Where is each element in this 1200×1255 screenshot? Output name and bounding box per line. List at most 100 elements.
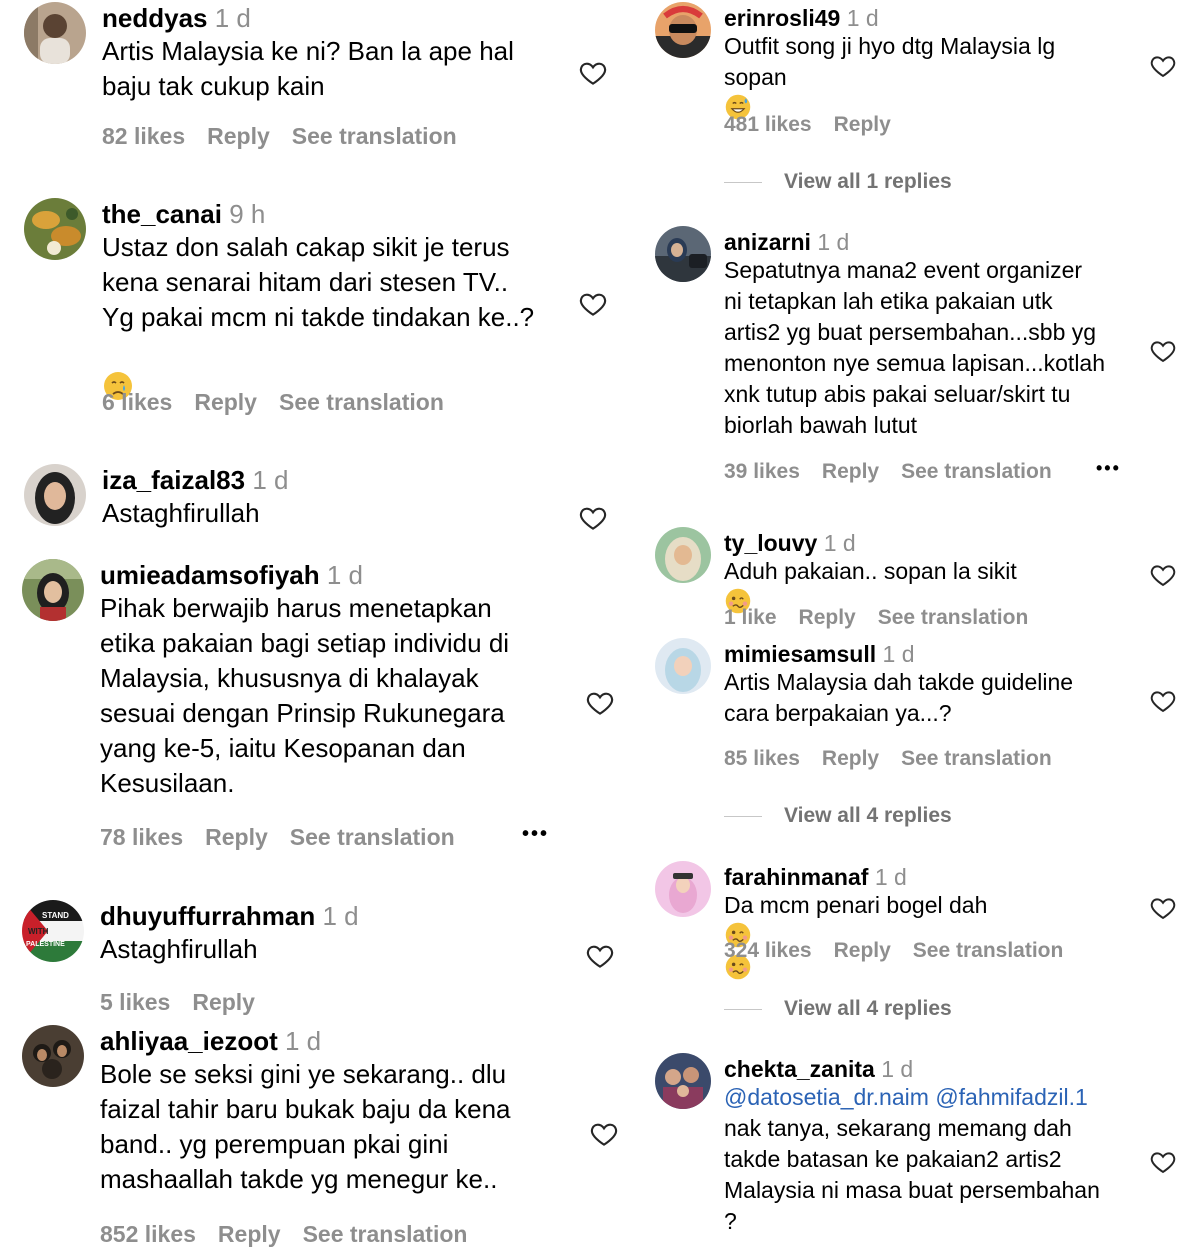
- see-translation-button[interactable]: See translation: [290, 824, 455, 850]
- timestamp: 1 d: [284, 1026, 322, 1056]
- mention-link[interactable]: @datosetia_dr.naim: [724, 1084, 929, 1110]
- likes-count[interactable]: 85 likes: [724, 747, 800, 770]
- username[interactable]: ahliyaa_iezoot: [100, 1026, 278, 1056]
- reply-button[interactable]: Reply: [194, 389, 257, 415]
- comment-umieadamsofiyah: umieadamsofiyah 1 d Pihak berwajib harus…: [0, 557, 620, 867]
- heart-icon[interactable]: [578, 289, 608, 319]
- comment-neddyas: neddyas 1 d Artis Malaysia ke ni? Ban la…: [0, 0, 620, 160]
- reply-button[interactable]: Reply: [207, 123, 270, 149]
- heart-icon[interactable]: [1149, 561, 1177, 589]
- timestamp: 1 d: [326, 560, 364, 590]
- heart-icon[interactable]: [589, 1119, 619, 1149]
- username[interactable]: neddyas: [102, 3, 208, 33]
- comment-text: Pihak berwajib harus menetapkan etika pak…: [100, 592, 510, 798]
- reply-button[interactable]: Reply: [218, 1221, 281, 1247]
- avatar[interactable]: [655, 527, 711, 583]
- timestamp: 1 d: [252, 465, 289, 495]
- username[interactable]: anizarni: [724, 229, 811, 255]
- avatar[interactable]: [655, 226, 711, 282]
- username[interactable]: farahinmanaf: [724, 864, 868, 890]
- avatar[interactable]: [655, 2, 711, 58]
- heart-icon[interactable]: [578, 58, 608, 88]
- comment-text: Bole se seksi gini ye sekarang.. dlu faiz…: [100, 1058, 511, 1194]
- reply-button[interactable]: Reply: [799, 606, 856, 629]
- comment-farahinmanaf: farahinmanaf 1 d Da mcm penari bogel dah…: [640, 859, 1200, 1039]
- reply-button[interactable]: Reply: [834, 113, 891, 136]
- comment-ahliyaa-iezoot: ahliyaa_iezoot 1 d Bole se seksi gini ye…: [0, 1023, 620, 1255]
- likes-count[interactable]: 39 likes: [724, 460, 800, 483]
- see-translation-button[interactable]: See translation: [292, 123, 457, 149]
- username[interactable]: chekta_zanita: [724, 1056, 875, 1082]
- heart-icon[interactable]: [1149, 687, 1177, 715]
- avatar[interactable]: [24, 464, 86, 526]
- comment-anizarni: anizarni 1 d Sepatutnya mana2 event orga…: [640, 224, 1200, 494]
- view-replies-button[interactable]: View all 4 replies: [724, 997, 952, 1021]
- heart-icon[interactable]: [1149, 337, 1177, 365]
- reply-button[interactable]: Reply: [822, 747, 879, 770]
- see-translation-button[interactable]: See translation: [901, 460, 1052, 483]
- avatar[interactable]: [655, 861, 711, 917]
- see-translation-button[interactable]: See translation: [279, 389, 444, 415]
- avatar[interactable]: [24, 198, 86, 260]
- username[interactable]: mimiesamsull: [724, 641, 876, 667]
- comment-ty-louvy: ty_louvy 1 d Aduh pakaian.. sopan la sik…: [640, 525, 1200, 633]
- more-options-icon[interactable]: •••: [522, 823, 549, 846]
- view-replies-button[interactable]: View all 1 replies: [724, 170, 952, 194]
- avatar[interactable]: [655, 1053, 711, 1109]
- reply-button[interactable]: Reply: [822, 460, 879, 483]
- comment-text: @datosetia_dr.naim @fahmifadzil.1 nak tan…: [724, 1084, 1100, 1235]
- reply-button[interactable]: Reply: [192, 989, 255, 1015]
- username[interactable]: dhuyuffurrahman: [100, 901, 315, 931]
- comment-text: Da mcm penari bogel dah: [724, 890, 1164, 985]
- likes-count[interactable]: 1 like: [724, 606, 777, 629]
- comment-erinrosli49: erinrosli49 1 d Outfit song ji hyo dtg M…: [640, 0, 1200, 200]
- reply-button[interactable]: Reply: [834, 939, 891, 962]
- likes-count[interactable]: 82 likes: [102, 123, 185, 149]
- username[interactable]: ty_louvy: [724, 530, 817, 556]
- likes-count[interactable]: 852 likes: [100, 1221, 196, 1247]
- more-options-icon[interactable]: •••: [1096, 458, 1121, 479]
- see-translation-button[interactable]: See translation: [878, 606, 1029, 629]
- avatar[interactable]: [22, 559, 84, 621]
- timestamp: 1 d: [823, 530, 856, 556]
- comment-dhuyuffurrahman: STAND WITH PALESTINE dhuyuffurrahman 1 d…: [0, 898, 620, 1018]
- heart-icon[interactable]: [578, 503, 608, 533]
- timestamp: 1 d: [882, 641, 915, 667]
- comment-text: Astaghfirullah: [102, 497, 260, 528]
- see-translation-button[interactable]: See translation: [303, 1221, 468, 1247]
- username[interactable]: the_canai: [102, 199, 222, 229]
- likes-count[interactable]: 6 likes: [102, 389, 172, 415]
- likes-count[interactable]: 5 likes: [100, 989, 170, 1015]
- heart-icon[interactable]: [585, 941, 615, 971]
- username[interactable]: erinrosli49: [724, 5, 840, 31]
- username[interactable]: umieadamsofiyah: [100, 560, 320, 590]
- comment-text: Artis Malaysia dah takde guideline cara b…: [724, 669, 1074, 727]
- heart-icon[interactable]: [1149, 52, 1177, 80]
- timestamp: 1 d: [322, 901, 359, 931]
- comment-chekta-zanita: chekta_zanita 1 d @datosetia_dr.naim @fa…: [640, 1051, 1200, 1255]
- comment-text: Outfit song ji hyo dtg Malaysia lg sopan: [724, 31, 1144, 125]
- avatar[interactable]: [22, 1025, 84, 1087]
- comment-text: Artis Malaysia ke ni? Ban la ape hal baju…: [102, 35, 514, 101]
- timestamp: 1 d: [214, 3, 251, 33]
- comment-text: Sepatutnya mana2 event organizer ni tetap…: [724, 257, 1106, 439]
- timestamp: 1 d: [874, 864, 907, 890]
- avatar[interactable]: [24, 2, 86, 64]
- avatar[interactable]: [655, 638, 711, 694]
- comment-iza-faizal83: iza_faizal83 1 d Astaghfirullah: [0, 462, 620, 542]
- heart-icon[interactable]: [1149, 894, 1177, 922]
- reply-button[interactable]: Reply: [205, 824, 268, 850]
- username[interactable]: iza_faizal83: [102, 465, 245, 495]
- likes-count[interactable]: 481 likes: [724, 113, 812, 136]
- likes-count[interactable]: 78 likes: [100, 824, 183, 850]
- heart-icon[interactable]: [1149, 1148, 1177, 1176]
- avatar[interactable]: STAND WITH PALESTINE: [22, 900, 84, 962]
- see-translation-button[interactable]: See translation: [901, 747, 1052, 770]
- likes-count[interactable]: 324 likes: [724, 939, 812, 962]
- timestamp: 9 h: [229, 199, 266, 229]
- avatar-text: PALESTINE: [26, 941, 65, 948]
- heart-icon[interactable]: [585, 688, 615, 718]
- mention-link[interactable]: @fahmifadzil.1: [935, 1084, 1087, 1110]
- see-translation-button[interactable]: See translation: [913, 939, 1064, 962]
- view-replies-button[interactable]: View all 4 replies: [724, 804, 952, 828]
